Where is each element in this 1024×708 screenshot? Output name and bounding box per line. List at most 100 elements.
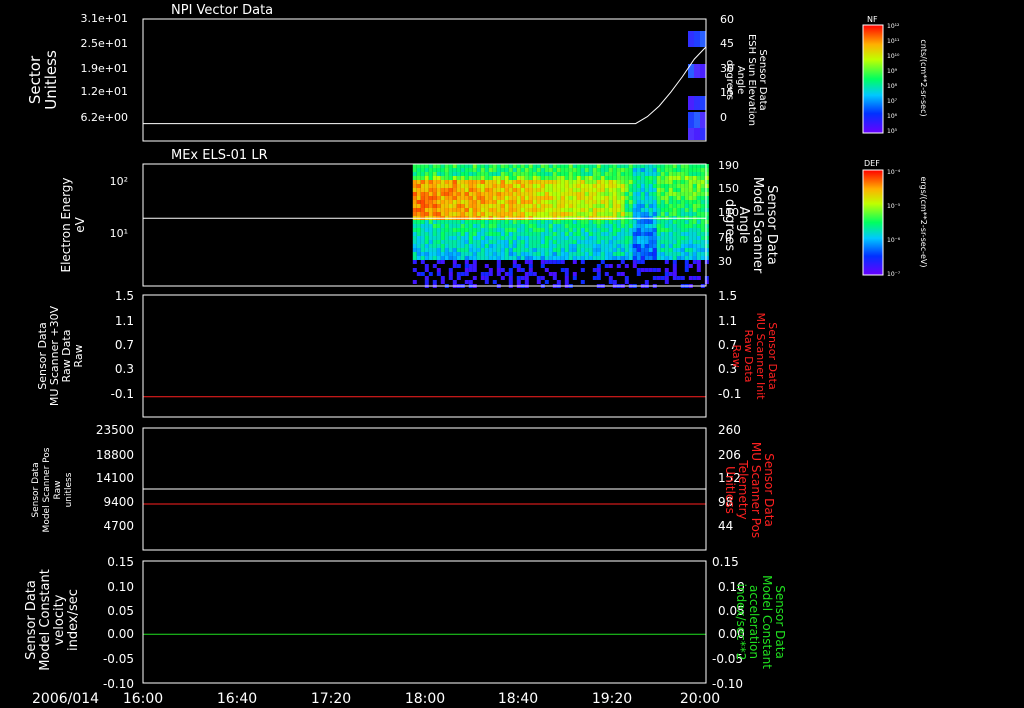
spectrogram-cell xyxy=(580,192,585,196)
spectrogram-cell xyxy=(672,208,677,212)
spectrogram-cell xyxy=(508,248,513,252)
spectrogram-cell xyxy=(420,256,425,260)
spectrogram-cell xyxy=(652,200,657,204)
spectrogram-cell xyxy=(464,196,469,200)
spectrogram-cell xyxy=(608,172,613,176)
spectrogram-cell xyxy=(664,244,669,248)
spectrogram-cell xyxy=(580,188,585,192)
spectrogram-cell xyxy=(636,168,641,172)
spectrogram-cell xyxy=(460,244,465,248)
spectrogram-cell xyxy=(640,200,645,204)
spectrogram-cell xyxy=(464,224,469,228)
spectrogram-cell xyxy=(540,220,545,224)
spectrogram-cell xyxy=(672,232,677,236)
spectrogram-cell xyxy=(524,252,529,256)
spectrogram-cell xyxy=(432,184,437,188)
tick-label: 0.10 xyxy=(107,580,134,594)
spectrogram-cell xyxy=(576,200,581,204)
spectrogram-cell xyxy=(484,192,489,196)
spectrogram-cell xyxy=(592,196,597,200)
spectrogram-cell xyxy=(632,232,637,236)
spectrogram-cell xyxy=(620,208,625,212)
spectrogram-cell xyxy=(492,180,497,184)
spectrogram-cell xyxy=(496,224,501,228)
heatmap-cell xyxy=(694,64,700,78)
spectrogram-cell xyxy=(584,236,589,240)
spectrogram-cell xyxy=(648,164,653,168)
spectrogram-cell xyxy=(688,168,693,172)
spectrogram-cell xyxy=(520,164,525,168)
spectrogram-cell xyxy=(636,164,641,168)
spectrogram-cell xyxy=(500,220,505,224)
spectrogram-cell xyxy=(620,256,625,260)
spectrogram-cell xyxy=(436,232,441,236)
spectrogram-cell xyxy=(584,208,589,212)
spectrogram-cell xyxy=(432,252,437,256)
spectrogram-cell xyxy=(412,224,417,228)
spectrogram-cell xyxy=(480,200,485,204)
spectrogram-cell xyxy=(524,276,529,280)
spectrogram-cell xyxy=(604,228,609,232)
spectrogram-cell xyxy=(488,168,493,172)
spectrogram-cell xyxy=(424,172,429,176)
spectrogram-cell xyxy=(620,228,625,232)
spectrogram-cell xyxy=(632,240,637,244)
spectrogram-cell xyxy=(584,196,589,200)
spectrogram-cell xyxy=(680,220,685,224)
spectrogram-cell xyxy=(528,204,533,208)
spectrogram-cell xyxy=(472,244,477,248)
spectrogram-cell xyxy=(584,212,589,216)
axis-label: degrees xyxy=(724,60,735,100)
spectrogram-cell xyxy=(588,232,593,236)
spectrogram-cell xyxy=(612,168,617,172)
spectrogram-cell xyxy=(680,256,685,260)
colorbar-tick: 10⁹ xyxy=(887,68,898,75)
spectrogram-cell xyxy=(476,180,481,184)
spectrogram-cell xyxy=(504,176,509,180)
spectrogram-cell xyxy=(420,228,425,232)
spectrogram-cell xyxy=(672,172,677,176)
spectrogram-cell xyxy=(428,200,433,204)
spectrogram-cell xyxy=(440,224,445,228)
spectrogram-cell xyxy=(676,236,681,240)
spectrogram-cell xyxy=(552,184,557,188)
spectrogram-cell xyxy=(596,224,601,228)
spectrogram-cell xyxy=(664,188,669,192)
sun-elevation-trace xyxy=(143,46,707,125)
spectrogram-cell xyxy=(448,248,453,252)
spectrogram-cell xyxy=(664,276,669,280)
spectrogram-cell xyxy=(596,196,601,200)
spectrogram-cell xyxy=(632,172,637,176)
spectrogram-cell xyxy=(684,176,689,180)
spectrogram-cell xyxy=(688,248,693,252)
spectrogram-cell xyxy=(576,244,581,248)
spectrogram-cell xyxy=(464,208,469,212)
spectrogram-cell xyxy=(504,208,509,212)
tick-label: 1.5 xyxy=(115,289,134,303)
colorbar-tick: 10¹² xyxy=(887,23,900,30)
spectrogram-cell xyxy=(584,244,589,248)
spectrogram-cell xyxy=(600,248,605,252)
spectrogram-cell xyxy=(412,232,417,236)
spectrogram-cell xyxy=(660,248,665,252)
y-axis-left: 0.15 0.10 0.05 0.00 -0.05 -0.10 xyxy=(103,555,134,691)
spectrogram-cell xyxy=(440,200,445,204)
spectrogram-cell xyxy=(612,200,617,204)
spectrogram-cell xyxy=(684,232,689,236)
spectrogram-cell xyxy=(600,228,605,232)
spectrogram-cell xyxy=(432,164,437,168)
spectrogram-cell xyxy=(540,184,545,188)
spectrogram-cell xyxy=(664,168,669,172)
spectrogram-cell xyxy=(456,220,461,224)
spectrogram-cell xyxy=(412,168,417,172)
spectrogram-cell xyxy=(432,212,437,216)
spectrogram-cell xyxy=(476,204,481,208)
spectrogram-cell xyxy=(496,204,501,208)
spectrogram-cell xyxy=(692,244,697,248)
spectrogram-cell xyxy=(516,236,521,240)
spectrogram-cell xyxy=(484,180,489,184)
spectrogram-cell xyxy=(464,252,469,256)
spectrogram-cell xyxy=(592,204,597,208)
spectrogram-cell xyxy=(704,228,709,232)
spectrogram-cell xyxy=(644,232,649,236)
